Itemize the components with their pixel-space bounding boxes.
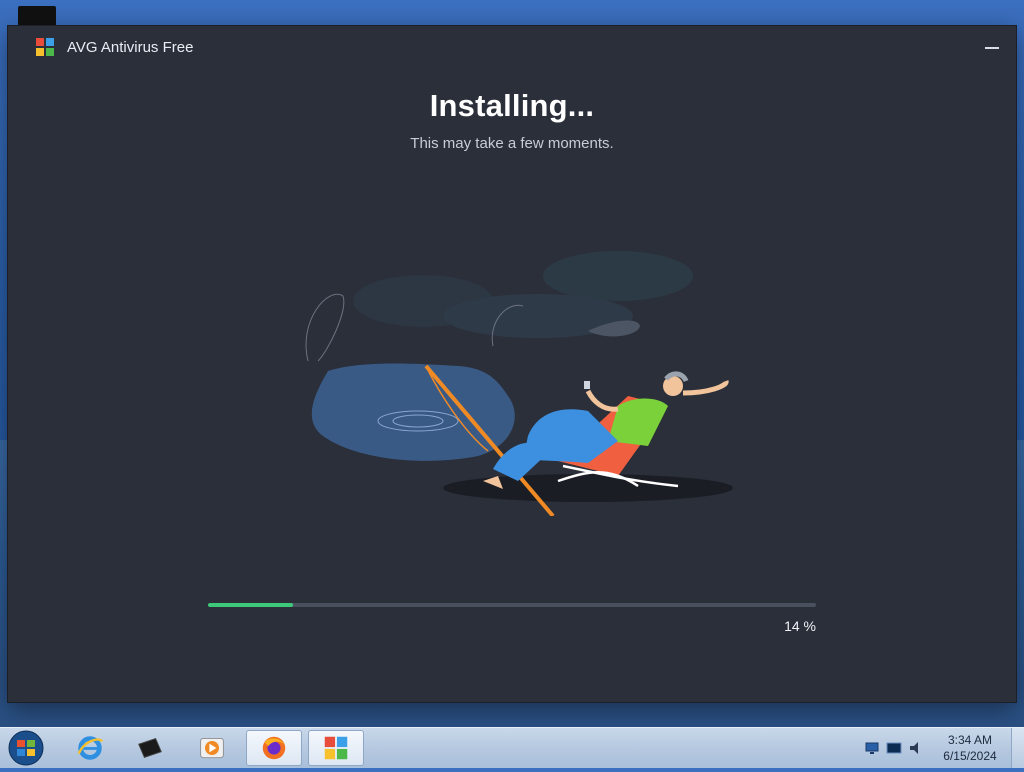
show-desktop-button[interactable]: [1011, 728, 1024, 768]
terminal-icon: [138, 738, 162, 758]
internet-explorer-icon: [77, 736, 104, 760]
firefox-icon: [262, 736, 286, 760]
clock-date: 6/15/2024: [943, 749, 997, 763]
app-title: AVG Antivirus Free: [67, 39, 194, 56]
avg-installer-icon: [324, 736, 348, 760]
avg-logo-icon: [36, 38, 54, 56]
install-subline: This may take a few moments.: [410, 135, 614, 152]
clock-time: 3:34 AM: [947, 733, 993, 747]
taskbar-media-player[interactable]: [184, 730, 240, 766]
install-headline: Installing...: [429, 88, 595, 123]
taskbar-terminal[interactable]: [122, 730, 178, 766]
install-progress-label: 14 %: [784, 618, 816, 634]
network-icon[interactable]: [864, 740, 880, 756]
clock[interactable]: 3:34 AM 6/15/2024: [940, 732, 1000, 764]
taskbar: 3:34 AM 6/15/2024: [0, 727, 1024, 768]
volume-icon[interactable]: [908, 740, 924, 756]
desktop-shortcut-icon[interactable]: [18, 6, 56, 28]
taskbar-avg-installer[interactable]: [308, 730, 364, 766]
relaxing-fisherman-illustration: [305, 251, 733, 516]
install-progress-fill: [208, 603, 294, 607]
taskbar-firefox[interactable]: [246, 730, 302, 766]
title-bar: AVG Antivirus Free: [8, 26, 1016, 70]
media-player-icon: [200, 737, 224, 759]
taskbar-internet-explorer[interactable]: [62, 730, 118, 766]
system-tray: 3:34 AM 6/15/2024: [854, 728, 1024, 768]
minimize-button[interactable]: [980, 36, 1004, 58]
display-icon[interactable]: [886, 740, 902, 756]
installer-window: AVG Antivirus Free Installing... This ma…: [8, 26, 1016, 702]
windows-orb-icon: [8, 730, 44, 766]
start-button[interactable]: [6, 729, 46, 767]
install-progress-bar: [208, 603, 816, 607]
